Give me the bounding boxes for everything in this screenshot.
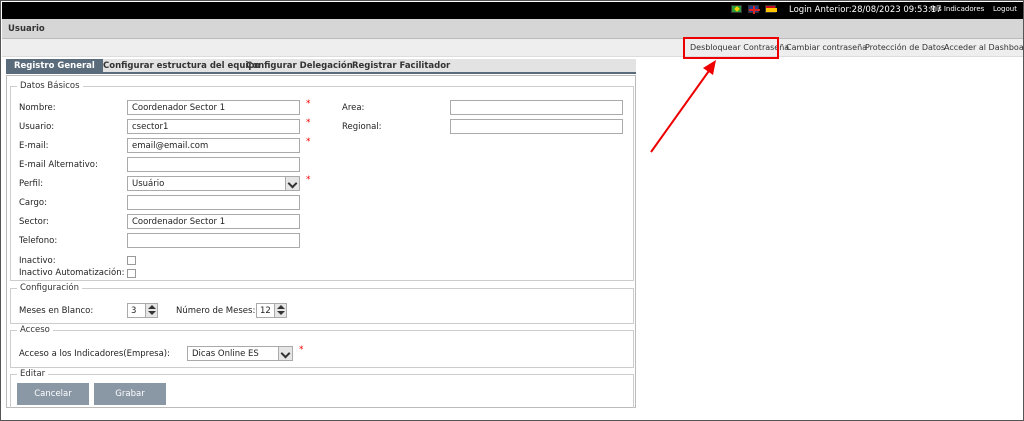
acceso-indicadores-label: Acceso a los Indicadores(Empresa): bbox=[19, 349, 170, 359]
cancelar-button[interactable]: Cancelar bbox=[17, 383, 89, 405]
email-alternativo-field[interactable] bbox=[127, 157, 300, 172]
top-bar: Login Anterior:28/08/2023 09:53:17 Mis I… bbox=[2, 2, 1023, 19]
acceder-dashboard-link[interactable]: Acceder al Dashboard bbox=[944, 43, 1024, 52]
grabar-button[interactable]: Grabar bbox=[94, 383, 166, 405]
proteccion-datos-link[interactable]: Protección de Datos bbox=[865, 43, 945, 52]
telefono-field[interactable] bbox=[127, 233, 300, 248]
logout-link[interactable]: Logout bbox=[993, 5, 1017, 13]
configuracion-legend: Configuración bbox=[17, 283, 82, 293]
inactivo-automatizacion-checkbox[interactable] bbox=[127, 269, 136, 278]
cargo-label: Cargo: bbox=[19, 198, 47, 208]
required-mark: * bbox=[306, 137, 311, 147]
acceso-indicadores-value: Dicas Online ES bbox=[192, 349, 259, 359]
inactivo-automatizacion-label: Inactivo Automatización: bbox=[19, 268, 125, 278]
last-login-text: Login Anterior:28/08/2023 09:53:17 bbox=[789, 5, 942, 15]
spain-flag-icon[interactable] bbox=[765, 5, 777, 13]
email-label: E-mail: bbox=[19, 141, 49, 151]
arrow-annotation-icon bbox=[650, 60, 716, 153]
perfil-select[interactable]: Usuário bbox=[127, 176, 300, 191]
tab-bar: Registro General Configurar estructura d… bbox=[6, 59, 636, 74]
acceso-indicadores-select[interactable]: Dicas Online ES bbox=[187, 346, 293, 361]
inactivo-label: Inactivo: bbox=[19, 256, 56, 266]
brazil-flag-icon[interactable] bbox=[731, 5, 742, 13]
stepper-arrows-icon[interactable] bbox=[274, 304, 286, 317]
uk-flag-icon[interactable] bbox=[748, 5, 760, 14]
tab-registro-general[interactable]: Registro General bbox=[6, 59, 103, 74]
usuario-label: Usuario: bbox=[19, 122, 55, 132]
perfil-label: Perfil: bbox=[19, 179, 44, 189]
meses-en-blanco-value: 3 bbox=[131, 306, 137, 316]
title-bar: Usuario bbox=[2, 19, 1023, 39]
required-mark: * bbox=[306, 118, 311, 128]
datos-basicos-legend: Datos Básicos bbox=[17, 81, 83, 91]
form-panel: Datos Básicos Nombre: Coordenador Sector… bbox=[6, 75, 636, 408]
tab-registrar-facilitador[interactable]: Registrar Facilitador bbox=[352, 61, 450, 71]
email-alternativo-label: E-mail Alternativo: bbox=[19, 160, 98, 170]
perfil-selected-value: Usuário bbox=[132, 179, 165, 189]
numero-de-meses-label: Número de Meses: bbox=[176, 306, 256, 316]
chevron-down-icon[interactable] bbox=[278, 347, 292, 360]
datos-basicos-section: Datos Básicos Nombre: Coordenador Sector… bbox=[10, 81, 634, 281]
inactivo-checkbox[interactable] bbox=[127, 256, 136, 265]
sector-field[interactable]: Coordenador Sector 1 bbox=[127, 214, 300, 229]
action-links-bar: Desbloquear Contraseña Cambiar contraseñ… bbox=[2, 39, 1024, 57]
tab-configurar-estructura[interactable]: Configurar estructura del equipo bbox=[103, 61, 260, 71]
acceso-section: Acceso Acceso a los Indicadores(Empresa)… bbox=[10, 325, 634, 368]
editar-legend: Editar bbox=[17, 369, 49, 379]
numero-de-meses-stepper[interactable]: 12 bbox=[256, 303, 287, 318]
configuracion-section: Configuración Meses en Blanco: 3 Número … bbox=[10, 283, 634, 324]
numero-de-meses-value: 12 bbox=[260, 306, 271, 316]
cambiar-contrasena-link[interactable]: Cambiar contraseña bbox=[786, 43, 867, 52]
acceso-legend: Acceso bbox=[17, 325, 53, 335]
regional-label: Regional: bbox=[342, 122, 382, 132]
stepper-arrows-icon[interactable] bbox=[145, 304, 157, 317]
usuario-field[interactable]: csector1 bbox=[127, 119, 300, 134]
app-window: Login Anterior:28/08/2023 09:53:17 Mis I… bbox=[0, 0, 1024, 421]
cargo-field[interactable] bbox=[127, 195, 300, 210]
area-field[interactable] bbox=[450, 100, 623, 115]
required-mark: * bbox=[306, 175, 311, 185]
telefono-label: Telefono: bbox=[19, 236, 58, 246]
meses-en-blanco-stepper[interactable]: 3 bbox=[127, 303, 158, 318]
required-mark: * bbox=[306, 99, 311, 109]
sector-label: Sector: bbox=[19, 217, 50, 227]
meses-en-blanco-label: Meses en Blanco: bbox=[19, 306, 94, 316]
regional-field[interactable] bbox=[450, 119, 623, 134]
email-field[interactable]: email@email.com bbox=[127, 138, 300, 153]
page-title: Usuario bbox=[8, 24, 45, 34]
mis-indicadores-link[interactable]: Mis Indicadores bbox=[930, 5, 984, 13]
tab-configurar-delegacion[interactable]: Configurar Delegación bbox=[246, 61, 353, 71]
area-label: Area: bbox=[342, 103, 365, 113]
required-mark: * bbox=[299, 345, 304, 355]
chevron-down-icon[interactable] bbox=[285, 177, 299, 190]
nombre-field[interactable]: Coordenador Sector 1 bbox=[127, 100, 300, 115]
nombre-label: Nombre: bbox=[19, 103, 56, 113]
